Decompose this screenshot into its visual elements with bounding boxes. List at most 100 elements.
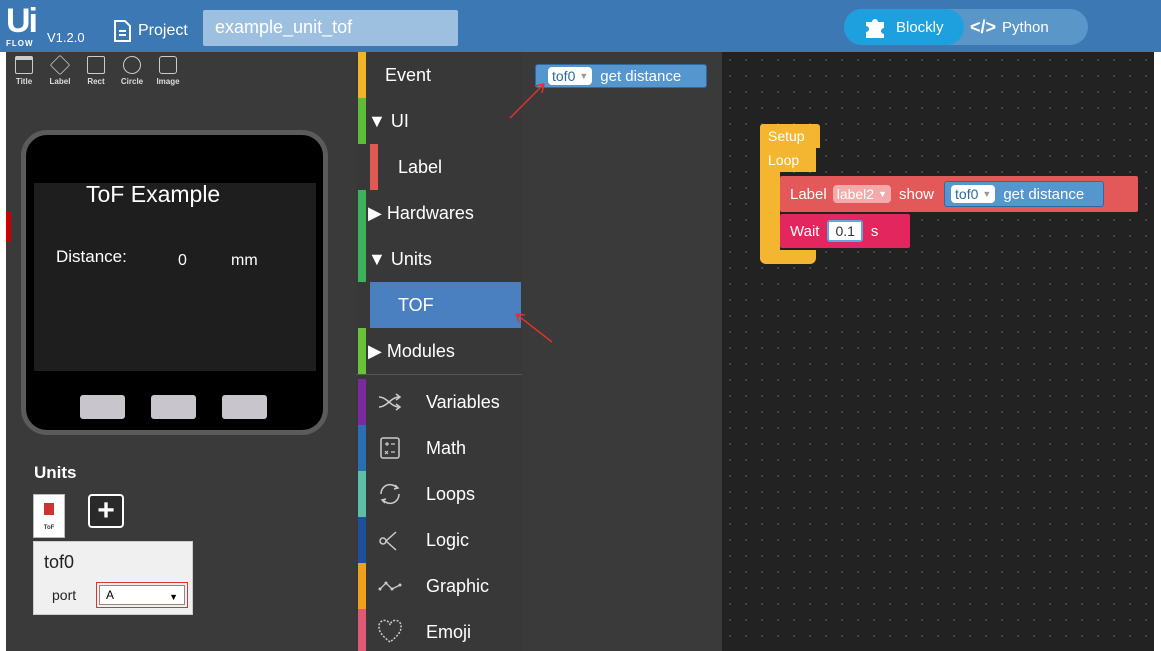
category-label: ▼ Units: [368, 248, 432, 269]
get-distance-text: get distance: [600, 67, 682, 85]
category-label: Math: [426, 437, 467, 458]
category-label: ▶ Hardwares: [368, 202, 474, 223]
units-title: Units: [34, 463, 77, 482]
right-edge: [1154, 52, 1161, 651]
category-event[interactable]: Event: [356, 52, 522, 98]
preview-panel: Title Label Rect Circle Image ToF Exampl…: [6, 52, 356, 651]
category-graphic[interactable]: Graphic: [356, 563, 522, 609]
label-dropdown[interactable]: label2 ▼: [832, 185, 891, 203]
category-ui[interactable]: ▼ UI: [356, 98, 522, 144]
category-modules[interactable]: ▶ Modules: [356, 328, 522, 374]
category-label: Event: [385, 64, 432, 85]
graphic-icon: [378, 581, 402, 591]
tof-get-distance-block[interactable]: tof0 ▼ get distance: [535, 64, 707, 88]
loop-head: Loop: [760, 148, 816, 172]
add-unit-button[interactable]: +: [88, 494, 124, 528]
category-label: TOF: [398, 294, 434, 315]
category-variables[interactable]: Variables: [356, 379, 522, 425]
tool-image-label: Image: [156, 77, 180, 86]
category-color-bar: [358, 609, 366, 651]
category-label: Loops: [426, 483, 476, 504]
screen-title-text[interactable]: ToF Example: [86, 181, 220, 208]
project-name-input[interactable]: example_unit_tof: [203, 10, 458, 46]
loop-foot: [760, 250, 816, 264]
category-label: Label: [398, 156, 443, 177]
distance-value[interactable]: 0: [178, 252, 187, 270]
label-keyword: Label: [790, 185, 827, 203]
device-preview: ToF Example Distance: 0 mm: [21, 130, 328, 435]
category-hardwares[interactable]: ▶ Hardwares: [356, 190, 522, 236]
category-color-bar: [358, 471, 366, 517]
port-label: port: [52, 587, 77, 603]
device-button-a[interactable]: [80, 395, 125, 419]
tof-inline-dropdown[interactable]: tof0 ▼: [951, 185, 996, 203]
tool-rect[interactable]: Rect: [78, 56, 114, 86]
category-label: Logic: [426, 529, 470, 550]
tool-title-label: Title: [15, 77, 33, 86]
distance-unit[interactable]: mm: [231, 252, 258, 270]
category-color-bar: [370, 144, 378, 190]
wait-keyword: Wait: [790, 222, 820, 240]
unit-name: tof0: [44, 552, 75, 572]
setup-label: Setup: [768, 128, 805, 144]
tool-circle-label: Circle: [120, 77, 144, 86]
category-tof[interactable]: TOF: [370, 282, 521, 328]
mode-switch[interactable]: Blockly </> Python: [844, 9, 1088, 45]
wait-value: 0.1: [835, 223, 855, 239]
category-label: Variables: [426, 391, 500, 412]
device-button-b[interactable]: [151, 395, 196, 419]
image-icon: [159, 56, 177, 74]
tof-get-distance-inline-block[interactable]: tof0 ▼ get distance: [944, 181, 1105, 207]
calculator-icon: [380, 437, 400, 459]
category-ui-label[interactable]: Label: [356, 144, 522, 190]
tof-dropdown[interactable]: tof0 ▼: [548, 67, 593, 85]
label-show-block[interactable]: Label label2 ▼ show tof0 ▼ get distance: [780, 176, 1138, 212]
uiflow-logo[interactable]: Ui FLOW: [6, 2, 40, 48]
loop-label: Loop: [768, 152, 800, 168]
code-icon: </>: [970, 16, 997, 37]
tof-inline-dropdown-value: tof0: [955, 186, 979, 202]
circle-icon: [123, 56, 141, 74]
category-color-bar: [358, 379, 366, 425]
label-icon: [49, 54, 71, 76]
heart-icon: [378, 619, 402, 643]
block-toolbox: Event ▼ UI Label ▶ Hardwares ▼ Units TOF…: [356, 52, 522, 651]
device-screen[interactable]: [34, 183, 316, 371]
device-side-indicator: [6, 212, 11, 242]
category-color-bar: [358, 517, 366, 563]
tool-label-label: Label: [49, 77, 71, 86]
category-units[interactable]: ▼ Units: [356, 236, 522, 282]
distance-label[interactable]: Distance:: [56, 247, 127, 267]
category-color-bar: [358, 563, 366, 609]
puzzle-icon: [866, 19, 884, 38]
blockly-workspace[interactable]: Setup Loop Label label2 ▼ show tof0 ▼ get …: [722, 52, 1154, 651]
logic-icon: [379, 531, 397, 551]
tof-unit-thumbnail[interactable]: ToF: [33, 494, 65, 538]
tool-image[interactable]: Image: [150, 56, 186, 86]
tool-circle[interactable]: Circle: [114, 56, 150, 86]
category-label: Emoji: [426, 621, 472, 642]
wait-value-field[interactable]: 0.1: [827, 220, 863, 242]
loop-icon: [380, 483, 400, 505]
tool-rect-label: Rect: [87, 77, 105, 86]
category-label: Graphic: [426, 575, 490, 596]
tool-title[interactable]: Title: [6, 56, 42, 86]
category-loops[interactable]: Loops: [356, 471, 522, 517]
category-color-bar: [358, 98, 366, 144]
category-emoji[interactable]: Emoji: [356, 609, 522, 651]
device-button-c[interactable]: [222, 395, 267, 419]
category-math[interactable]: Math: [356, 425, 522, 471]
category-color-bar: [358, 52, 366, 98]
wait-block[interactable]: Wait 0.1 s: [780, 214, 910, 248]
tool-label[interactable]: Label: [42, 54, 78, 86]
python-mode-button[interactable]: </> Python: [970, 9, 1049, 45]
port-select[interactable]: A ▼: [96, 582, 188, 608]
project-button[interactable]: Project: [112, 18, 188, 44]
blockly-label: Blockly: [896, 18, 944, 36]
wait-unit: s: [870, 222, 879, 240]
category-logic[interactable]: Logic: [356, 517, 522, 563]
inline-get-distance-text: get distance: [1003, 185, 1085, 203]
blockly-mode-button[interactable]: Blockly: [844, 9, 964, 45]
unit-card: tof0 port A ▼: [33, 541, 193, 615]
tof-dropdown-value: tof0: [552, 68, 576, 84]
